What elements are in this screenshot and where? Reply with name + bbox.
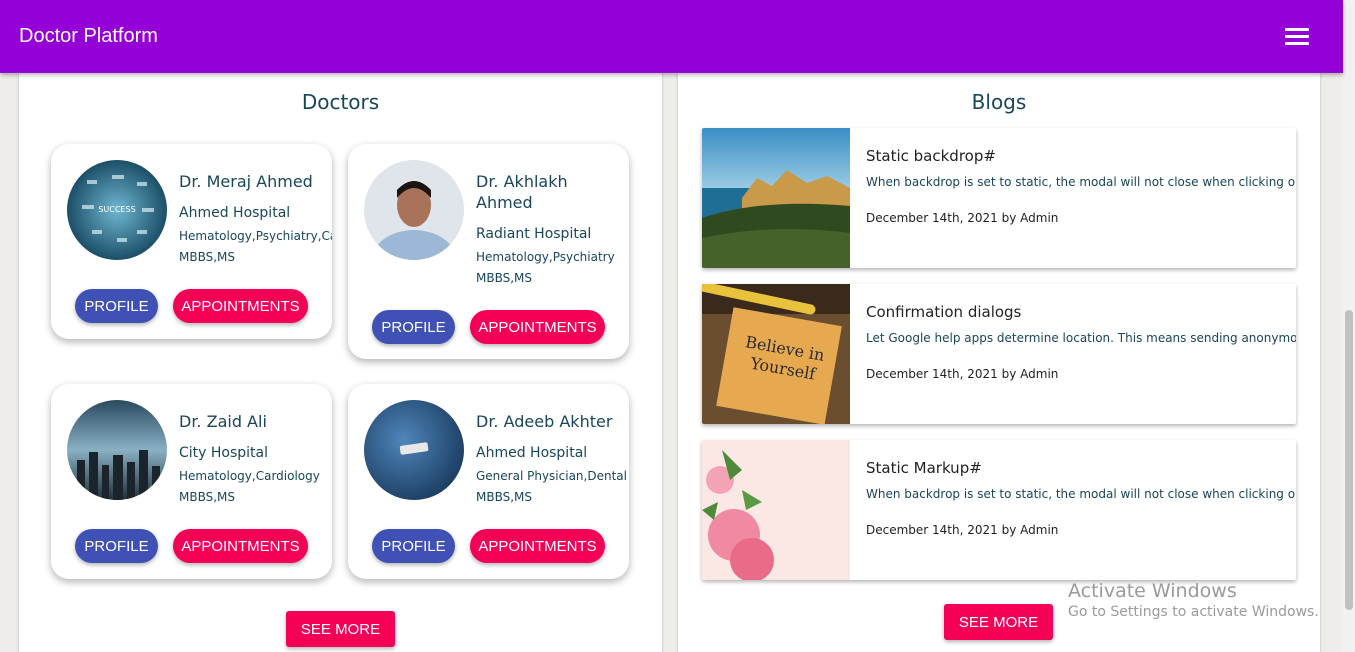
doctor-specialties: Hematology,Psychiatry,Cardiology bbox=[179, 229, 332, 243]
blog-card[interactable]: Static Markup# When backdrop is set to s… bbox=[702, 440, 1296, 580]
profile-button[interactable]: PROFILE bbox=[372, 310, 455, 344]
page-scrollbar[interactable] bbox=[1343, 0, 1355, 652]
profile-button[interactable]: PROFILE bbox=[75, 289, 158, 323]
doctors-panel: Doctors SUCCESS Dr. Meraj Ahmed Ahmed Ho… bbox=[19, 40, 662, 652]
appointments-button[interactable]: APPOINTMENTS bbox=[173, 529, 308, 563]
doctor-hospital: Radiant Hospital bbox=[476, 226, 592, 242]
doctor-specialties: Hematology,Cardiology bbox=[179, 469, 320, 483]
doctor-name: Dr. Zaid Ali bbox=[179, 412, 267, 431]
doctor-card: SUCCESS Dr. Meraj Ahmed Ahmed Hospital H… bbox=[51, 144, 332, 339]
svg-text:SUCCESS: SUCCESS bbox=[98, 205, 135, 214]
doctors-heading: Doctors bbox=[301, 90, 380, 114]
doctor-degrees: MBBS,MS bbox=[476, 490, 533, 504]
doctor-avatar bbox=[364, 400, 464, 500]
doctor-avatar: SUCCESS bbox=[67, 160, 167, 260]
blog-image bbox=[702, 440, 850, 580]
hamburger-menu-icon[interactable] bbox=[1285, 28, 1309, 45]
doctor-degrees: MBBS,MS bbox=[179, 250, 236, 264]
blog-meta: December 14th, 2021 by Admin bbox=[866, 367, 1059, 381]
appointments-button[interactable]: APPOINTMENTS bbox=[470, 310, 605, 344]
app-bar: Doctor Platform bbox=[0, 0, 1343, 73]
doctor-card: Dr. Zaid Ali City Hospital Hematology,Ca… bbox=[51, 384, 332, 579]
doctor-degrees: MBBS,MS bbox=[179, 490, 236, 504]
doctor-name: Dr. Meraj Ahmed bbox=[179, 172, 313, 191]
blog-excerpt: When backdrop is set to static, the moda… bbox=[866, 175, 1296, 189]
doctor-card: Dr. Adeeb Akhter Ahmed Hospital General … bbox=[348, 384, 629, 579]
activate-windows-title: Activate Windows bbox=[1068, 580, 1237, 602]
blogs-panel: Blogs Static backdrop# When backdrop is … bbox=[678, 40, 1320, 652]
blog-meta: December 14th, 2021 by Admin bbox=[866, 523, 1059, 537]
blog-excerpt: Let Google help apps determine location.… bbox=[866, 331, 1296, 345]
doctor-specialties: Hematology,Psychiatry bbox=[476, 250, 615, 264]
appointments-button[interactable]: APPOINTMENTS bbox=[173, 289, 308, 323]
doctor-hospital: City Hospital bbox=[179, 445, 269, 461]
doctor-avatar bbox=[364, 160, 464, 260]
app-title[interactable]: Doctor Platform bbox=[19, 25, 158, 48]
blogs-heading: Blogs bbox=[971, 90, 1027, 114]
blog-meta: December 14th, 2021 by Admin bbox=[866, 211, 1059, 225]
blog-image: Believe in Yourself bbox=[702, 284, 850, 424]
doctor-degrees: MBBS,MS bbox=[476, 271, 533, 285]
profile-button[interactable]: PROFILE bbox=[75, 529, 158, 563]
blog-image bbox=[702, 128, 850, 268]
appointments-button[interactable]: APPOINTMENTS bbox=[470, 529, 605, 563]
blog-card[interactable]: Static backdrop# When backdrop is set to… bbox=[702, 128, 1296, 268]
doctors-see-more-button[interactable]: SEE MORE bbox=[286, 611, 395, 647]
blog-title: Static backdrop# bbox=[866, 147, 996, 165]
doctor-specialties: General Physician,Dental bbox=[476, 469, 627, 483]
doctor-name: Dr. Akhlakh Ahmed bbox=[476, 172, 568, 212]
doctor-avatar bbox=[67, 400, 167, 500]
profile-button[interactable]: PROFILE bbox=[372, 529, 455, 563]
doctor-hospital: Ahmed Hospital bbox=[476, 445, 588, 461]
blog-title: Confirmation dialogs bbox=[866, 303, 1022, 321]
blog-card[interactable]: Believe in Yourself Confirmation dialogs… bbox=[702, 284, 1296, 424]
blogs-see-more-button[interactable]: SEE MORE bbox=[944, 604, 1053, 640]
scrollbar-thumb[interactable] bbox=[1345, 310, 1353, 610]
doctor-card: Dr. Akhlakh Ahmed Radiant Hospital Hemat… bbox=[348, 144, 629, 359]
blog-title: Static Markup# bbox=[866, 459, 982, 477]
doctor-name: Dr. Adeeb Akhter bbox=[476, 412, 613, 431]
activate-windows-subtitle: Go to Settings to activate Windows. bbox=[1068, 604, 1319, 620]
blog-excerpt: When backdrop is set to static, the moda… bbox=[866, 487, 1296, 501]
doctor-hospital: Ahmed Hospital bbox=[179, 205, 291, 221]
